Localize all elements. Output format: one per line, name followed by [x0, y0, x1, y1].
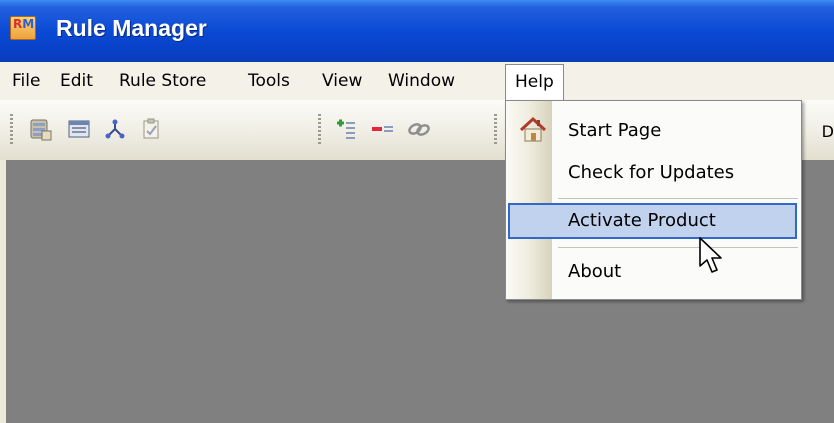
menu-window[interactable]: Window [384, 69, 459, 93]
toolbar-grip-2[interactable] [318, 114, 321, 146]
app-logo-icon[interactable]: RM [10, 16, 36, 40]
remove-rule-icon[interactable] [370, 116, 396, 142]
menu-item-activate-product[interactable]: Activate Product [508, 203, 797, 239]
menu-file[interactable]: File [8, 69, 44, 93]
menu-separator [558, 247, 798, 248]
database-icon[interactable] [28, 116, 54, 142]
nodes-icon[interactable] [102, 116, 128, 142]
home-icon [519, 116, 547, 142]
window-title: Rule Manager [56, 15, 207, 41]
menu-item-about[interactable]: About [508, 254, 797, 290]
help-menu-dropdown: Start Page Check for Updates Activate Pr… [505, 100, 802, 300]
title-bar[interactable]: RM Rule Manager [0, 0, 834, 62]
window-icon[interactable] [66, 116, 92, 142]
app-window: RM Rule Manager File Edit Rule Store Too… [0, 0, 834, 423]
menu-item-label: Start Page [568, 120, 662, 141]
app-logo-letter-r: R [13, 17, 23, 31]
link-icon[interactable] [406, 116, 432, 142]
toolbar-grip-3[interactable] [494, 114, 497, 146]
toolbar-grip[interactable] [10, 114, 13, 146]
menu-tools[interactable]: Tools [244, 69, 294, 93]
menu-item-label: About [568, 261, 622, 282]
mouse-pointer-icon [699, 237, 722, 273]
menu-item-start-page[interactable]: Start Page [508, 113, 797, 149]
menu-view[interactable]: View [318, 69, 366, 93]
toolbar-clipped-label: D [821, 122, 834, 141]
menu-item-label: Check for Updates [568, 162, 735, 183]
menu-item-check-for-updates[interactable]: Check for Updates [508, 155, 797, 191]
menu-help[interactable]: Help [505, 64, 564, 100]
app-logo-letter-m: M [22, 17, 35, 31]
menu-item-label: Activate Product [568, 210, 716, 231]
add-rule-icon[interactable] [334, 116, 360, 142]
menu-bar: File Edit Rule Store Tools View Window H… [0, 62, 834, 101]
menu-rule-store[interactable]: Rule Store [115, 69, 210, 93]
menu-edit[interactable]: Edit [56, 69, 97, 93]
menu-separator [558, 198, 798, 199]
checklist-icon[interactable] [138, 116, 164, 142]
